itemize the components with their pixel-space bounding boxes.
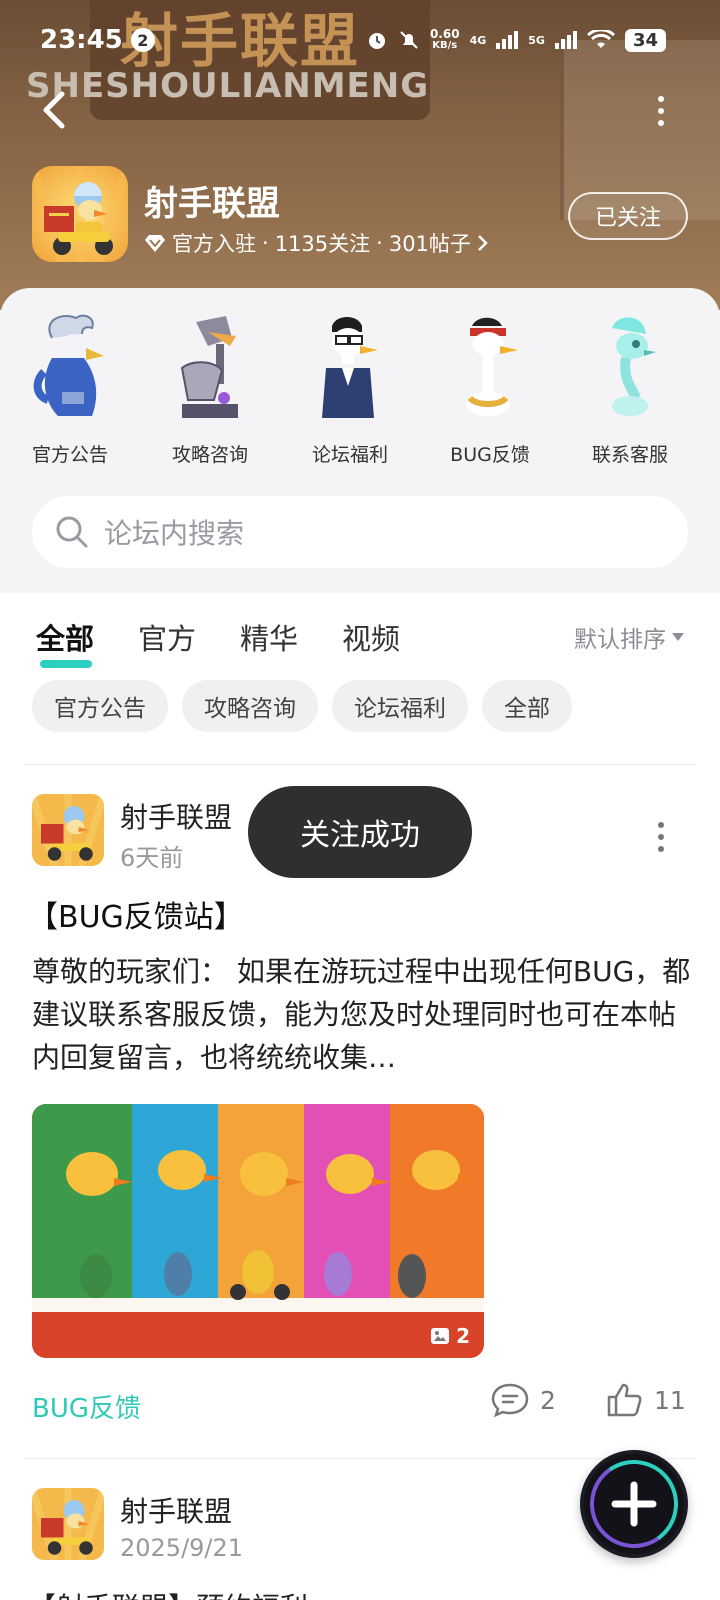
back-button[interactable] [36, 88, 76, 132]
delivery-goose-icon [32, 794, 104, 866]
category-label: 攻略咨询 [171, 444, 248, 466]
post-separator [24, 1458, 696, 1459]
thumbs-up-icon [607, 1383, 642, 1417]
post-title-partial[interactable]: 【射手联盟】预约福利 [28, 1586, 308, 1600]
wifi-icon [586, 30, 615, 48]
post-body[interactable]: 尊敬的玩家们： 如果在游玩过程中出现任何BUG，都建议联系客服反馈，能为您及时处… [32, 950, 692, 1080]
alarm-icon [368, 33, 385, 49]
sort-dropdown[interactable]: 默认排序 [574, 620, 684, 654]
category-forum-welfare[interactable]: 论坛福利 [280, 308, 420, 467]
chip-all[interactable]: 全部 [482, 680, 572, 732]
comment-icon [491, 1383, 529, 1418]
comment-button[interactable]: 2 [490, 1382, 556, 1418]
chevron-left-icon [43, 91, 65, 129]
caret-down-icon [672, 633, 684, 641]
post-category-tag[interactable]: BUG反馈 [32, 1388, 141, 1425]
robot-character-icon [180, 316, 238, 418]
official-label: 官方入驻 [172, 232, 256, 256]
category-label: 官方公告 [31, 444, 108, 466]
status-time: 23:45 [40, 25, 123, 55]
status-bar: 23:45 2 0.60 KB/s 4G 5G 34 [40, 22, 666, 58]
filter-chips: 官方公告 攻略咨询 论坛福利 全部 [32, 680, 572, 732]
network-speed-unit: KB/s [432, 40, 458, 51]
forum-name: 射手联盟 [144, 184, 280, 224]
search-input[interactable]: 论坛内搜索 [32, 496, 688, 568]
category-strategy[interactable]: 攻略咨询 [140, 308, 280, 467]
chip-forum-welfare[interactable]: 论坛福利 [332, 680, 468, 732]
category-label: 联系客服 [591, 444, 668, 466]
category-label: 论坛福利 [311, 444, 388, 466]
like-count: 11 [654, 1385, 686, 1415]
battery-level: 34 [624, 28, 666, 52]
delivery-goose-icon [32, 166, 128, 262]
toast-message: 关注成功 [248, 786, 472, 878]
plus-icon [611, 1481, 657, 1527]
tab-featured[interactable]: 精华 [240, 616, 298, 658]
category-official-announcements[interactable]: 官方公告 [0, 308, 140, 467]
network-speed: 0.60 KB/s [430, 28, 460, 52]
post-more-button[interactable] [656, 822, 666, 856]
goose-bandana-icon [466, 317, 518, 416]
ghost-character-icon [612, 317, 656, 416]
divider [24, 764, 696, 765]
image-count: 2 [456, 1324, 470, 1348]
tab-official[interactable]: 官方 [138, 616, 196, 658]
signal-4g-label: 4G [469, 33, 487, 47]
meta-separator-2: · [376, 231, 383, 255]
notification-count-badge: 2 [130, 28, 155, 52]
goose-glasses-icon [322, 317, 378, 418]
status-icons: 0.60 KB/s 4G 5G 34 [366, 28, 666, 52]
signal-bars-icon-2 [554, 31, 577, 49]
post-image[interactable]: 2 [32, 1104, 484, 1358]
image-count-badge: 2 [430, 1324, 470, 1348]
chevron-right-icon [478, 235, 488, 251]
posts-count: 301帖子 [388, 232, 471, 256]
verified-diamond-icon [145, 235, 165, 252]
meta-separator: · [262, 231, 269, 255]
category-label: BUG反馈 [450, 444, 530, 466]
tab-all[interactable]: 全部 [36, 616, 94, 668]
network-speed-value: 0.60 [429, 27, 460, 41]
post-title[interactable]: 【BUG反馈站】 [28, 892, 244, 936]
like-button[interactable]: 11 [606, 1382, 686, 1418]
search-placeholder: 论坛内搜索 [104, 517, 245, 550]
content-tabs: 全部 官方 精华 视频 默认排序 [36, 612, 684, 668]
comment-count: 2 [540, 1385, 556, 1415]
forum-meta[interactable]: 官方入驻 · 1135关注 · 301帖子 [144, 228, 489, 258]
game-characters-image [32, 1104, 484, 1358]
category-customer-service[interactable]: 联系客服 [560, 308, 700, 467]
post-author-name[interactable]: 射手联盟 [120, 796, 232, 836]
category-panel: 官方公告 攻略咨询 论坛福利 BUG反馈 联系客服 论坛内搜索 [0, 288, 720, 593]
signal-5g-label: 5G [528, 33, 545, 47]
post-timestamp: 6天前 [120, 844, 184, 872]
forum-avatar [32, 166, 128, 262]
chip-strategy[interactable]: 攻略咨询 [182, 680, 318, 732]
followers-count: 1135关注 [274, 232, 371, 256]
post-author-name[interactable]: 射手联盟 [120, 1490, 232, 1530]
mute-bell-icon [400, 31, 418, 49]
sort-label: 默认排序 [574, 627, 666, 653]
post-author-avatar[interactable] [32, 1488, 104, 1560]
delivery-goose-icon [32, 1488, 104, 1560]
signal-bars-icon [496, 31, 519, 49]
chip-official-announcements[interactable]: 官方公告 [32, 680, 168, 732]
create-post-button[interactable] [580, 1450, 688, 1558]
category-row: 官方公告 攻略咨询 论坛福利 BUG反馈 联系客服 [0, 308, 720, 467]
more-options-button[interactable] [654, 96, 668, 126]
tab-video[interactable]: 视频 [342, 616, 400, 658]
eagle-character-icon [33, 314, 104, 416]
search-icon [56, 516, 88, 548]
post-author-avatar[interactable] [32, 794, 104, 866]
follow-button[interactable]: 已关注 [568, 192, 688, 240]
post-timestamp: 2025/9/21 [120, 1534, 244, 1562]
category-bug-report[interactable]: BUG反馈 [420, 308, 560, 467]
image-gallery-icon [431, 1328, 450, 1344]
